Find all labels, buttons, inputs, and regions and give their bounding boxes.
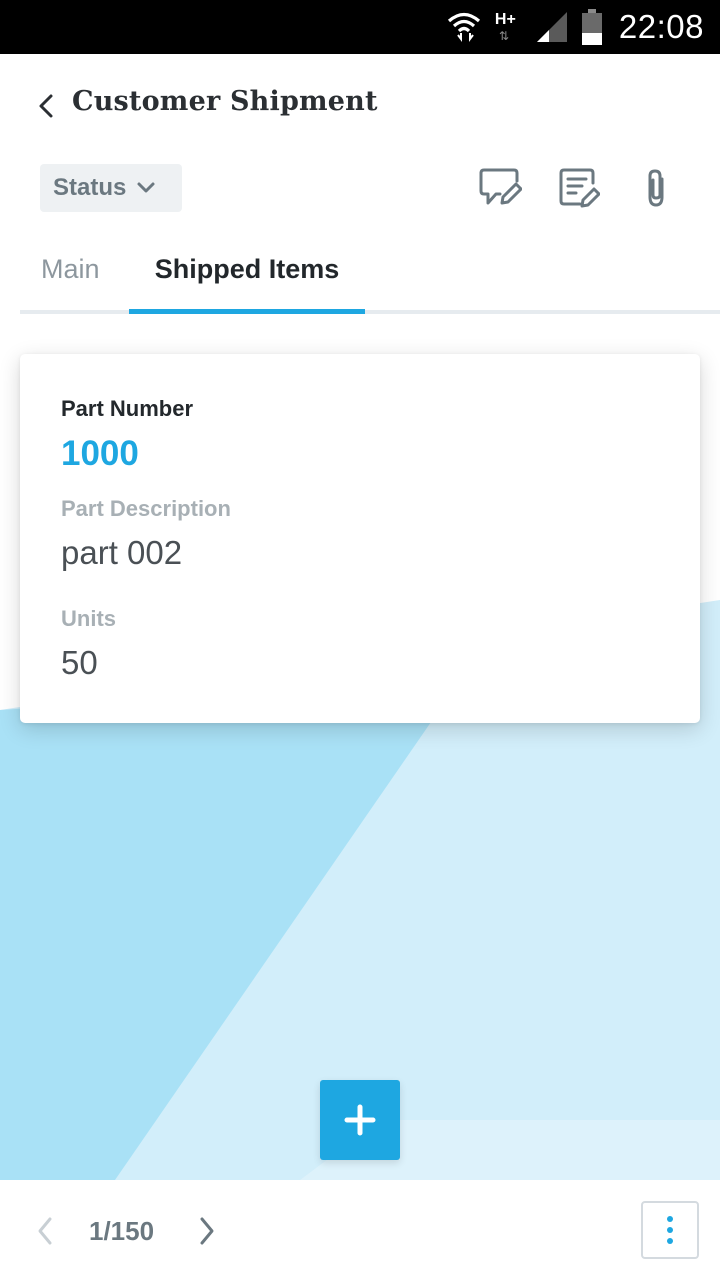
comment-edit-icon (479, 168, 522, 205)
chevron-down-icon (137, 182, 155, 193)
chevron-right-icon (200, 1217, 214, 1245)
signal-icon (535, 10, 569, 44)
page-indicator: 1/150 (89, 1216, 155, 1246)
add-item-button[interactable] (320, 1080, 400, 1160)
tab-main-label: Main (41, 254, 100, 284)
previous-page-button[interactable] (30, 1214, 60, 1248)
units-label: Units (61, 606, 116, 631)
status-dropdown-label: Status (53, 174, 127, 201)
pagination-footer: 1/150 (0, 1180, 720, 1280)
attach-button[interactable] (632, 164, 680, 212)
battery-icon (581, 8, 603, 46)
tab-bar-divider (20, 310, 720, 314)
part-number-label: Part Number (61, 396, 194, 421)
part-number-value[interactable]: 1000 (61, 434, 139, 474)
status-dropdown[interactable]: Status (40, 164, 182, 212)
more-vertical-icon (667, 1216, 673, 1222)
back-button[interactable] (30, 90, 62, 122)
active-tab-indicator (129, 309, 365, 314)
page-title: Customer Shipment (72, 86, 378, 117)
status-bar: H+ ⇅ 22:08 (0, 0, 720, 54)
next-page-button[interactable] (192, 1214, 222, 1248)
tab-shipped-items-label: Shipped Items (154, 254, 340, 284)
app-header: Customer Shipment (0, 54, 720, 154)
tab-shipped-items[interactable]: Shipped Items (129, 240, 365, 314)
units-value: 50 (61, 644, 98, 681)
tab-bar: Main Shipped Items (20, 240, 720, 314)
network-type-label: H+ (494, 11, 516, 28)
paperclip-icon (648, 169, 664, 207)
status-time: 22:08 (618, 8, 704, 45)
comment-button[interactable] (476, 164, 524, 212)
network-type-icon: H+ ⇅ (494, 11, 516, 43)
note-edit-icon (559, 168, 600, 208)
app-screen: H+ ⇅ 22:08 Customer Shipment Status Main… (0, 0, 720, 1280)
plus-icon (344, 1104, 376, 1136)
chevron-left-icon (39, 94, 53, 118)
chevron-left-icon (38, 1217, 52, 1245)
part-description-label: Part Description (61, 496, 231, 521)
wifi-icon (447, 9, 481, 45)
more-options-button[interactable] (641, 1201, 699, 1259)
tab-main[interactable]: Main (41, 240, 100, 314)
note-button[interactable] (555, 164, 603, 212)
shipped-item-card[interactable]: Part Number 1000 Part Description part 0… (20, 354, 700, 723)
part-description-value: part 002 (61, 534, 183, 571)
